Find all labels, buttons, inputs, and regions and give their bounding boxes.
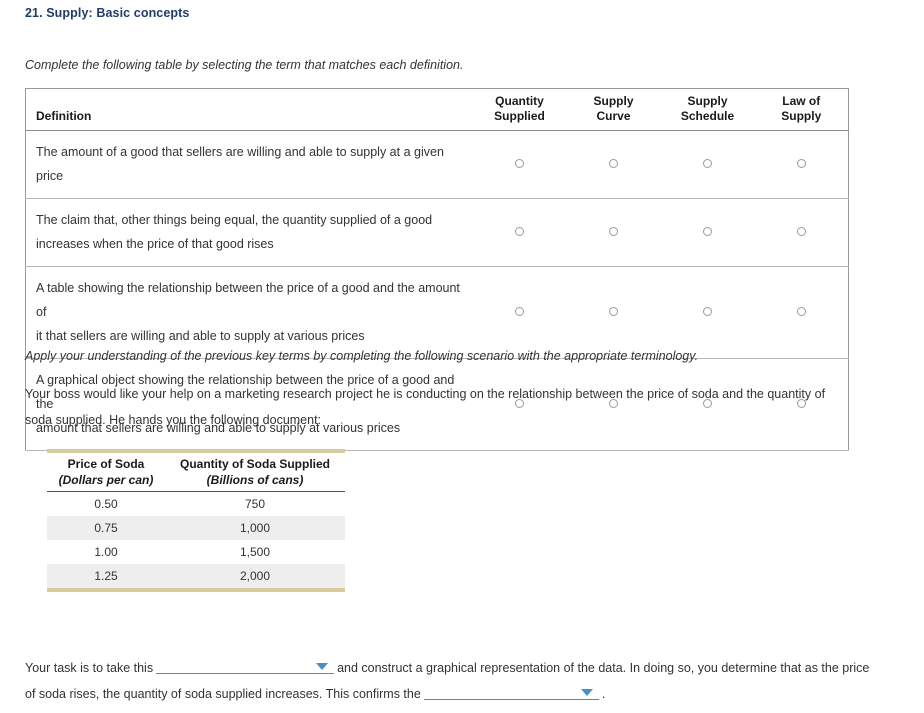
radio-cell-law-of-supply[interactable] (754, 265, 849, 359)
radio-cell-quantity-supplied[interactable] (472, 130, 567, 199)
table-row: The claim that, other things being equal… (25, 197, 849, 267)
doc-table-row: 0.50 750 (47, 492, 345, 517)
soda-supply-schedule-table: Price of Soda Quantity of Soda Supplied … (47, 449, 345, 594)
definition-cell: The claim that, other things being equal… (25, 197, 473, 267)
radio-cell-supply-curve[interactable] (566, 265, 661, 359)
header-line-1: Law of (782, 94, 821, 108)
radio-cell-law-of-supply[interactable] (754, 130, 849, 199)
radio-cell-quantity-supplied[interactable] (472, 265, 567, 359)
quantity-value: 2,000 (165, 564, 345, 590)
definition-line: A table showing the relationship between… (36, 280, 460, 319)
table-header-row: Definition Quantity Supplied Supply Curv… (25, 88, 849, 131)
radio-cell-supply-schedule[interactable] (660, 130, 755, 199)
column-header-quantity-supplied: Quantity Supplied (472, 88, 567, 131)
radio-button[interactable] (703, 227, 712, 237)
exercise-page: 21. Supply: Basic concepts Complete the … (0, 0, 924, 713)
page-title: 21. Supply: Basic concepts (25, 6, 190, 20)
instruction-text: Complete the following table by selectin… (25, 58, 464, 72)
radio-button[interactable] (515, 307, 524, 317)
radio-cell-supply-curve[interactable] (566, 130, 661, 199)
quantity-value: 1,500 (239, 545, 271, 559)
price-value: 1.25 (47, 564, 165, 590)
doc-table-row: 1.00 1,500 (47, 540, 345, 564)
task-paragraph: Your task is to take this and construct a… (25, 655, 875, 708)
header-line-2: Schedule (680, 109, 735, 123)
table-row: The amount of a good that sellers are wi… (25, 130, 849, 199)
doc-table-bottom-rule (47, 588, 345, 594)
radio-button[interactable] (515, 159, 524, 169)
column-header-supply-schedule: Supply Schedule (660, 88, 755, 131)
chevron-down-icon (316, 663, 329, 670)
doc-table-subheader-row: (Dollars per can) (Billions of cans) (47, 472, 345, 492)
header-line-1: Quantity (495, 94, 544, 108)
doc-table-row: 0.75 1,000 (47, 516, 345, 540)
doc-table-row: 1.25 2,000 (47, 564, 345, 590)
scenario-text: Your boss would like your help on a mark… (25, 387, 826, 427)
header-line-1: Supply (593, 94, 634, 108)
definition-line: The claim that, other things being equal… (36, 212, 433, 227)
radio-button[interactable] (796, 159, 806, 169)
radio-button[interactable] (796, 307, 806, 317)
quantity-value: 1,000 (165, 516, 345, 540)
radio-button[interactable] (609, 227, 618, 237)
column-header-supply-curve: Supply Curve (566, 88, 661, 131)
header-line-1: Supply (687, 94, 728, 108)
doc-column-header-price: Price of Soda (67, 457, 145, 471)
definition-cell: A table showing the relationship between… (25, 265, 473, 359)
task-text-part-3: . (601, 687, 606, 702)
radio-cell-supply-schedule[interactable] (660, 265, 755, 359)
price-value: 1.00 (94, 545, 118, 559)
price-value: 0.75 (47, 516, 165, 540)
term-dropdown-2[interactable] (423, 684, 599, 701)
column-header-definition: Definition (25, 88, 473, 131)
radio-button[interactable] (515, 227, 524, 237)
radio-button[interactable] (796, 227, 806, 237)
radio-cell-quantity-supplied[interactable] (472, 197, 567, 267)
radio-button[interactable] (703, 307, 712, 317)
header-line-2: Supply (781, 109, 822, 123)
radio-cell-supply-curve[interactable] (566, 197, 661, 267)
radio-button[interactable] (609, 307, 618, 317)
doc-column-subheader-quantity-units: (Billions of cans) (165, 472, 345, 492)
task-text-part-1: Your task is to take this (25, 661, 154, 675)
doc-table-header-row: Price of Soda Quantity of Soda Supplied (47, 453, 345, 472)
definition-cell: The amount of a good that sellers are wi… (25, 130, 473, 199)
price-value: 0.50 (94, 497, 118, 511)
chevron-down-icon (580, 689, 593, 697)
doc-column-subheader-price-units: (Dollars per can) (47, 472, 165, 492)
definition-line: it that sellers are willing and able to … (36, 329, 365, 344)
header-line-2: Supplied (494, 109, 545, 123)
table-row: A table showing the relationship between… (25, 265, 849, 359)
radio-cell-supply-schedule[interactable] (660, 197, 755, 267)
radio-button[interactable] (703, 159, 712, 169)
radio-button[interactable] (609, 159, 618, 169)
radio-cell-law-of-supply[interactable] (754, 197, 849, 267)
definition-line: The amount of a good that sellers are wi… (36, 145, 444, 184)
column-header-law-of-supply: Law of Supply (754, 88, 849, 131)
header-line-2: Curve (596, 109, 631, 123)
definition-line: increases when the price of that good ri… (36, 237, 274, 252)
apply-instruction-text: Apply your understanding of the previous… (25, 349, 699, 363)
term-dropdown-1[interactable] (156, 658, 335, 674)
quantity-value: 750 (244, 497, 266, 511)
doc-column-header-quantity: Quantity of Soda Supplied (180, 457, 330, 471)
